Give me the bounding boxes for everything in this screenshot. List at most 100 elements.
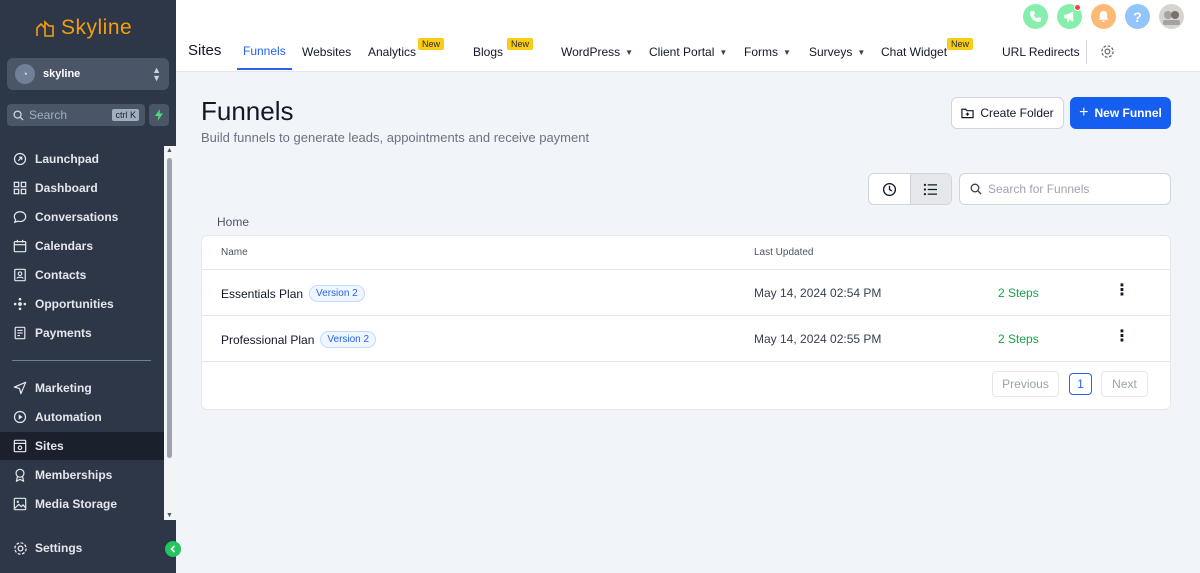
column-header-name[interactable]: Name — [221, 247, 248, 258]
new-funnel-button[interactable]: + New Funnel — [1070, 97, 1171, 129]
page-number-button[interactable]: 1 — [1069, 373, 1092, 395]
chevron-down-icon: ▼ — [783, 47, 791, 57]
last-updated: May 14, 2024 02:54 PM — [754, 286, 882, 300]
tab-client-portal[interactable]: Client Portal ▼ — [649, 34, 727, 70]
sidebar-item-marketing[interactable]: Marketing — [0, 374, 164, 402]
tab-label: URL Redirects — [1002, 45, 1080, 59]
sidebar-item-label: Opportunities — [35, 297, 114, 311]
phone-icon[interactable] — [1023, 4, 1048, 29]
sidebar-item-label: Memberships — [35, 468, 113, 482]
table-row[interactable]: Professional Plan Version 2 May 14, 2024… — [202, 315, 1170, 361]
table-row[interactable]: Essentials Plan Version 2 May 14, 2024 0… — [202, 269, 1170, 315]
skyline-logo-icon — [36, 20, 54, 37]
sidebar-item-label: Contacts — [35, 268, 87, 282]
tab-forms[interactable]: Forms ▼ — [744, 34, 791, 70]
sidebar-item-automation[interactable]: Automation — [0, 403, 164, 431]
tab-blogs[interactable]: Blogs — [473, 34, 503, 70]
tab-surveys[interactable]: Surveys ▼ — [809, 34, 865, 70]
funnel-name[interactable]: Essentials Plan Version 2 — [221, 285, 365, 302]
megaphone-icon[interactable] — [1057, 4, 1082, 29]
table-row-divider — [202, 361, 1170, 362]
gear-icon — [12, 540, 28, 556]
sidebar-item-conversations[interactable]: Conversations — [0, 203, 164, 231]
sidebar-item-label: Media Storage — [35, 497, 118, 511]
more-options-icon[interactable]: ⋮ — [1114, 280, 1130, 300]
contacts-icon — [12, 267, 28, 283]
top-bar: ? Sites Funnels Websites Analytics New B… — [176, 0, 1200, 72]
create-folder-label: Create Folder — [980, 106, 1054, 120]
version-badge: Version 2 — [320, 331, 377, 348]
image-icon — [12, 496, 28, 512]
notification-dot — [1074, 4, 1081, 11]
sidebar-scrollbar[interactable]: ▲ ▼ — [164, 146, 176, 520]
scrollbar-thumb[interactable] — [167, 158, 172, 458]
sidebar-item-label: Sites — [35, 439, 64, 453]
sidebar-item-contacts[interactable]: Contacts — [0, 261, 164, 289]
tabs-divider — [1086, 40, 1087, 64]
sidebar-divider — [12, 360, 151, 361]
breadcrumb[interactable]: Home — [217, 215, 249, 229]
sidebar-item-calendars[interactable]: Calendars — [0, 232, 164, 260]
sidebar-item-media-storage[interactable]: Media Storage — [0, 490, 164, 518]
search-icon — [970, 183, 982, 195]
next-page-button[interactable]: Next — [1101, 371, 1148, 397]
chevron-down-icon: ▼ — [625, 47, 634, 57]
user-avatar[interactable] — [1159, 4, 1184, 29]
tab-label: Client Portal — [649, 45, 715, 59]
tab-analytics[interactable]: Analytics — [368, 34, 416, 70]
search-placeholder: Search for Funnels — [988, 182, 1090, 196]
tab-chat-widget[interactable]: Chat Widget — [881, 34, 947, 70]
last-updated: May 14, 2024 02:55 PM — [754, 332, 882, 346]
sidebar-item-memberships[interactable]: Memberships — [0, 461, 164, 489]
collapse-sidebar-button[interactable] — [165, 541, 181, 557]
rocket-icon — [12, 151, 28, 167]
top-icons: ? — [1023, 4, 1184, 29]
sidebar-item-launchpad[interactable]: Launchpad — [0, 145, 164, 173]
sidebar-item-sites[interactable]: Sites — [0, 432, 164, 460]
tab-wordpress[interactable]: WordPress ▼ — [561, 34, 633, 70]
tab-funnels[interactable]: Funnels — [237, 34, 292, 70]
steps-count[interactable]: 2 Steps — [998, 332, 1039, 346]
grid-icon — [12, 180, 28, 196]
send-icon — [12, 380, 28, 396]
help-icon[interactable]: ? — [1125, 4, 1150, 29]
brand-name: Skyline — [61, 16, 133, 39]
tab-label: Websites — [302, 45, 352, 59]
search-icon — [13, 109, 24, 121]
search-placeholder: Search — [29, 108, 68, 122]
tab-websites[interactable]: Websites — [302, 34, 351, 70]
section-title: Sites — [188, 42, 222, 59]
funnel-name-text: Professional Plan — [221, 332, 315, 347]
tab-url-redirects[interactable]: URL Redirects — [1002, 34, 1080, 70]
scroll-down-icon[interactable]: ▼ — [166, 512, 173, 519]
clock-icon — [882, 182, 896, 196]
brand-logo[interactable]: Skyline — [35, 16, 132, 40]
sidebar-item-settings[interactable]: Settings — [0, 534, 164, 562]
sidebar-item-label: Payments — [35, 326, 92, 340]
new-funnel-label: New Funnel — [1094, 106, 1162, 120]
funnel-name[interactable]: Professional Plan Version 2 — [221, 331, 377, 348]
gear-icon[interactable] — [1100, 44, 1115, 64]
steps-count[interactable]: 2 Steps — [998, 286, 1039, 300]
tab-label: Blogs — [473, 45, 504, 59]
quick-action-button[interactable] — [149, 104, 169, 126]
list-view-button[interactable] — [909, 174, 951, 204]
bell-icon[interactable] — [1091, 4, 1116, 29]
sidebar-item-label: Marketing — [35, 381, 92, 395]
sidebar-item-dashboard[interactable]: Dashboard — [0, 174, 164, 202]
recent-view-button[interactable] — [869, 174, 910, 204]
sidebar-item-payments[interactable]: Payments — [0, 319, 164, 347]
sidebar-search[interactable]: Search ctrl K — [7, 104, 145, 126]
create-folder-button[interactable]: Create Folder — [951, 97, 1064, 129]
chevron-left-icon — [170, 545, 176, 553]
funnel-search-input[interactable]: Search for Funnels — [959, 173, 1171, 205]
view-toggle — [868, 173, 952, 205]
previous-page-button[interactable]: Previous — [992, 371, 1059, 397]
account-switcher[interactable]: ◔ skyline ▲ ▼ — [7, 58, 169, 90]
scroll-up-icon[interactable]: ▲ — [166, 147, 173, 154]
sidebar-item-opportunities[interactable]: Opportunities — [0, 290, 164, 318]
column-header-updated[interactable]: Last Updated — [754, 247, 814, 258]
account-name: skyline — [43, 68, 81, 80]
more-options-icon[interactable]: ⋮ — [1114, 326, 1130, 346]
version-badge: Version 2 — [309, 285, 365, 302]
